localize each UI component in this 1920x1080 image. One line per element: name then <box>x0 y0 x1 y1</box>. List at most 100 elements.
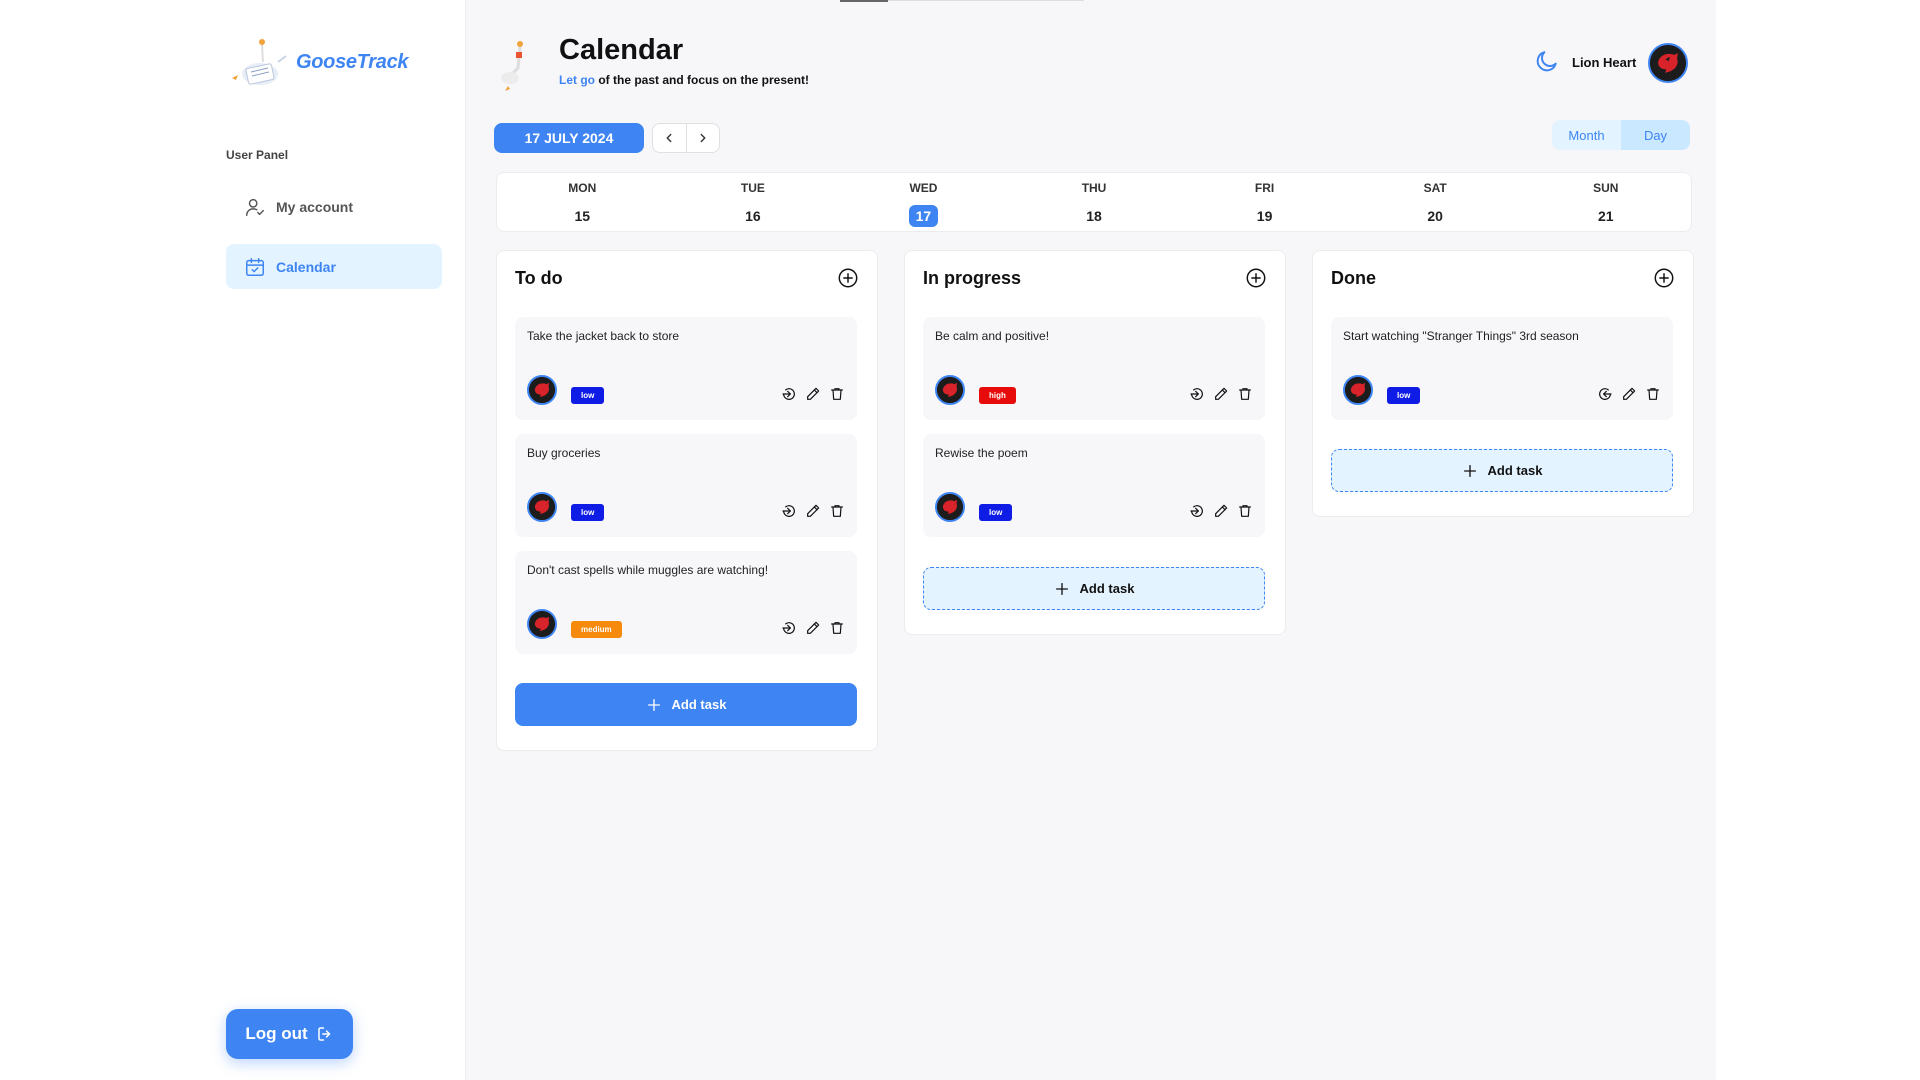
priority-badge: low <box>571 504 605 521</box>
plus-icon <box>647 698 660 711</box>
trash-icon[interactable] <box>829 620 845 636</box>
task-text: Start watching "Stranger Things" 3rd sea… <box>1343 329 1579 343</box>
task-avatar <box>935 375 965 405</box>
edit-pencil-icon[interactable] <box>805 386 821 402</box>
task-actions <box>781 503 845 519</box>
plus-icon <box>1463 464 1476 477</box>
week-day-fri[interactable]: FRI 19 <box>1179 173 1350 231</box>
trash-icon[interactable] <box>1237 503 1253 519</box>
move-task-icon[interactable] <box>1189 503 1205 519</box>
weekday-date: 18 <box>1086 208 1102 224</box>
user-check-icon <box>246 198 264 216</box>
move-task-icon[interactable] <box>781 620 797 636</box>
move-task-icon[interactable] <box>781 503 797 519</box>
column-header: To do <box>515 267 859 289</box>
task-avatar <box>527 375 557 405</box>
avatar-image <box>529 494 555 520</box>
chevron-left-icon <box>666 133 672 143</box>
edit-pencil-icon[interactable] <box>805 620 821 636</box>
task-card[interactable]: Rewise the poem low <box>923 434 1265 537</box>
task-avatar <box>1343 375 1373 405</box>
weekday-label: TUE <box>740 181 765 195</box>
task-card[interactable]: Buy groceries low <box>515 434 857 537</box>
priority-badge: low <box>979 504 1013 521</box>
sidebar: GooseTrack User Panel My account Calenda… <box>0 0 466 1080</box>
weekday-label: THU <box>1081 181 1107 195</box>
week-day-thu[interactable]: THU 18 <box>1009 173 1180 231</box>
task-text: Don't cast spells while muggles are watc… <box>527 563 769 577</box>
column-to-do: To do Take the jacket back to store low … <box>496 250 878 751</box>
page-margin <box>1716 0 1920 1080</box>
column-title: In progress <box>923 267 1022 288</box>
add-task-label: Add task <box>671 697 727 712</box>
column-in-progress: In progress Be calm and positive! high R… <box>904 250 1286 635</box>
task-card[interactable]: Don't cast spells while muggles are watc… <box>515 551 857 654</box>
avatar-image <box>529 377 555 403</box>
trash-icon[interactable] <box>1645 386 1661 402</box>
avatar-image <box>1345 377 1371 403</box>
weekday-label: SUN <box>1593 181 1619 195</box>
logout-button[interactable]: Log out <box>226 1009 353 1059</box>
add-task-button[interactable]: Add task <box>1331 449 1673 492</box>
task-card[interactable]: Start watching "Stranger Things" 3rd sea… <box>1331 317 1673 420</box>
date-navigation <box>652 123 720 153</box>
task-card[interactable]: Be calm and positive! high <box>923 317 1265 420</box>
move-task-icon[interactable] <box>781 386 797 402</box>
week-day-tue[interactable]: TUE 16 <box>668 173 839 231</box>
task-actions <box>1189 386 1253 402</box>
trash-icon[interactable] <box>1237 386 1253 402</box>
avatar-image <box>529 611 555 637</box>
calendar-check-icon <box>246 257 264 276</box>
trash-icon[interactable] <box>829 386 845 402</box>
next-period-button[interactable] <box>685 124 720 152</box>
week-strip: MON 15 TUE 16 WED 17 THU 18 FRI 19 SAT 2… <box>496 172 1692 232</box>
move-task-icon[interactable] <box>1189 386 1205 402</box>
top-tab-indicator <box>840 0 888 2</box>
user-avatar[interactable] <box>1648 43 1688 83</box>
edit-pencil-icon[interactable] <box>805 503 821 519</box>
sidebar-item-my-account[interactable]: My account <box>226 184 442 229</box>
task-avatar <box>527 492 557 522</box>
logout-icon <box>317 1027 330 1041</box>
plus-circle-icon[interactable] <box>1653 267 1675 289</box>
page-title: Calendar <box>559 34 684 66</box>
sidebar-item-label: My account <box>276 198 354 215</box>
weekday-date: 21 <box>1597 208 1614 224</box>
top-tab-line <box>888 0 1084 1</box>
week-day-sat[interactable]: SAT 20 <box>1350 173 1521 231</box>
task-card[interactable]: Take the jacket back to store low <box>515 317 857 420</box>
weekday-date: 16 <box>745 208 761 224</box>
subtitle-rest: of the past and focus on the present! <box>595 73 810 87</box>
moon-icon[interactable] <box>1533 49 1559 75</box>
avatar-image <box>1650 45 1686 81</box>
week-day-wed[interactable]: WED 17 <box>838 173 1009 231</box>
month-view-button[interactable]: Month <box>1552 120 1621 150</box>
day-view-button[interactable]: Day <box>1621 120 1690 150</box>
task-text: Buy groceries <box>527 446 601 460</box>
move-task-back-icon[interactable] <box>1597 386 1613 402</box>
add-task-label: Add task <box>1079 581 1135 596</box>
goose-logo-icon <box>232 39 287 85</box>
sidebar-item-calendar[interactable]: Calendar <box>226 244 442 289</box>
edit-pencil-icon[interactable] <box>1621 386 1637 402</box>
plus-circle-icon[interactable] <box>1245 267 1267 289</box>
week-day-mon[interactable]: MON 15 <box>497 173 668 231</box>
weekday-label: FRI <box>1254 181 1275 195</box>
view-toggle: Month Day <box>1552 120 1690 150</box>
prev-period-button[interactable] <box>653 124 686 152</box>
task-avatar <box>527 609 557 639</box>
column-header: In progress <box>923 267 1267 289</box>
avatar-image <box>937 494 963 520</box>
edit-pencil-icon[interactable] <box>1213 503 1229 519</box>
logo[interactable]: GooseTrack <box>226 34 409 90</box>
add-task-button[interactable]: Add task <box>923 567 1265 610</box>
edit-pencil-icon[interactable] <box>1213 386 1229 402</box>
week-day-sun[interactable]: SUN 21 <box>1520 173 1691 231</box>
task-actions <box>1597 386 1661 402</box>
add-task-button[interactable]: Add task <box>515 683 857 726</box>
plus-circle-icon[interactable] <box>837 267 859 289</box>
current-date-button[interactable]: 17 JULY 2024 <box>494 123 644 153</box>
column-header: Done <box>1331 267 1675 289</box>
weekday-label: SAT <box>1423 181 1447 195</box>
trash-icon[interactable] <box>829 503 845 519</box>
